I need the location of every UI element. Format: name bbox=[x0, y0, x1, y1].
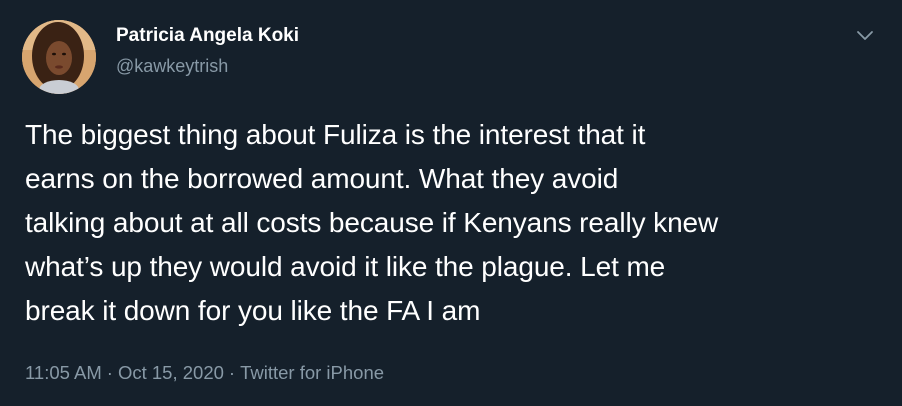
tweet-date[interactable]: Oct 15, 2020 bbox=[118, 362, 224, 383]
chevron-down-icon[interactable] bbox=[854, 24, 876, 46]
user-avatar-photo bbox=[22, 20, 96, 94]
meta-separator: · bbox=[228, 362, 236, 383]
tweet-source[interactable]: Twitter for iPhone bbox=[240, 362, 384, 383]
avatar[interactable] bbox=[22, 20, 96, 94]
tweet-text-line: talking about at all costs because if Ke… bbox=[25, 207, 719, 238]
author-name[interactable]: Patricia Angela Koki bbox=[116, 24, 299, 48]
tweet-meta: 11:05 AM · Oct 15, 2020 · Twitter for iPhone bbox=[25, 361, 384, 385]
author-handle[interactable]: @kawkeytrish bbox=[116, 55, 228, 77]
tweet-text-line: what’s up they would avoid it like the p… bbox=[25, 251, 666, 282]
meta-separator: · bbox=[106, 362, 113, 383]
tweet-text-line: break it down for you like the FA I am bbox=[25, 295, 481, 326]
tweet-text-line: The biggest thing about Fuliza is the in… bbox=[25, 119, 646, 150]
tweet-text: The biggest thing about Fuliza is the in… bbox=[25, 113, 885, 333]
tweet-card: Patricia Angela Koki @kawkeytrish The bi… bbox=[0, 0, 902, 406]
tweet-timestamp[interactable]: 11:05 AM bbox=[25, 362, 102, 383]
tweet-text-line: earns on the borrowed amount. What they … bbox=[25, 163, 619, 194]
